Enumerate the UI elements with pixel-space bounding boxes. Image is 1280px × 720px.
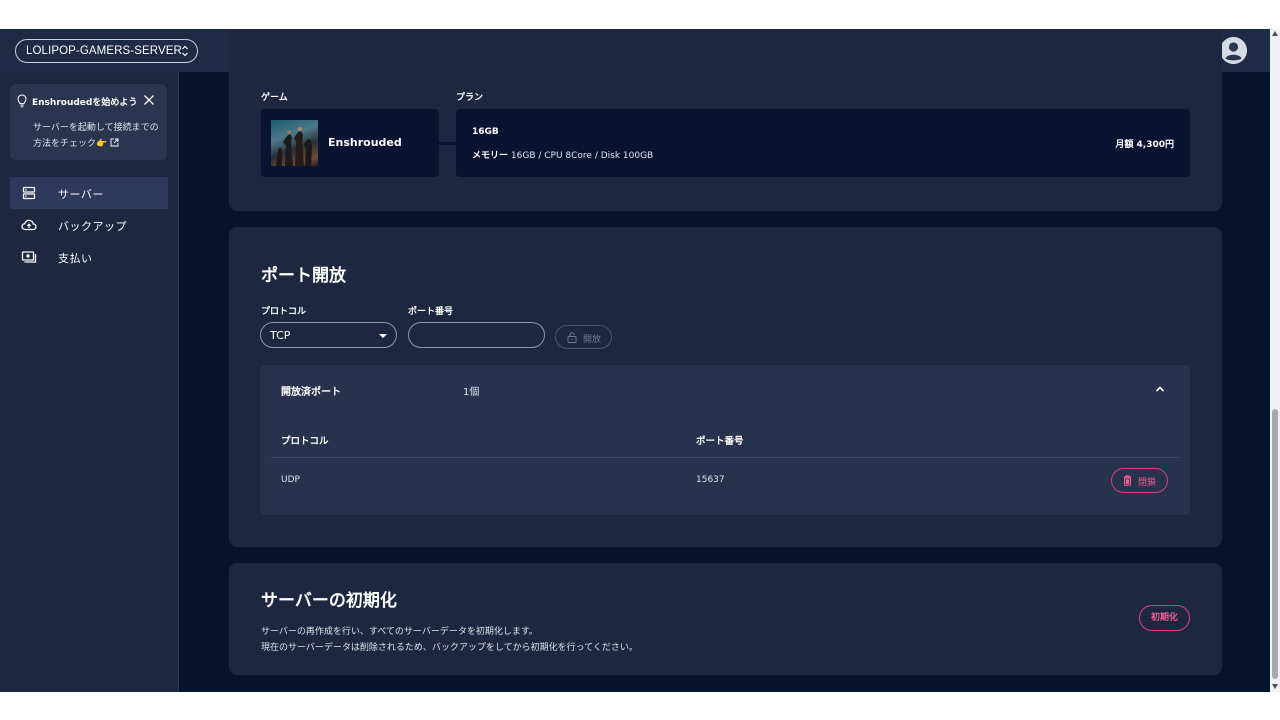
lightbulb-icon [17, 94, 27, 108]
port-label: ポート番号 [408, 307, 454, 317]
plan-spec-label: メモリー [472, 151, 509, 161]
tip-body[interactable]: サーバーを起動して接続までの方法をチェック👉 [33, 120, 163, 152]
reset-description-1: サーバーの再作成を行い、すべてのサーバーデータを初期化します。 [261, 627, 538, 637]
port-open-card: ポート開放 プロトコル ポート番号 TCP 開放 開放済ポート 1個 プロトコル… [229, 227, 1222, 547]
account-avatar[interactable] [1220, 37, 1247, 64]
app-window: LOLIPOP-GAMERS-SERVER Enshroudedを始めよう サー… [0, 29, 1270, 692]
open-port-button[interactable]: 開放 [555, 325, 612, 349]
column-header-protocol: プロトコル [281, 436, 329, 447]
server-summary-card: ゲーム プラン Enshrouded 16GB メモリー 16GB / CPU … [229, 29, 1222, 211]
game-art [276, 127, 312, 166]
server-icon [22, 186, 36, 200]
open-port-label: 開放 [583, 335, 602, 345]
external-link-icon [110, 138, 119, 147]
lock-icon [567, 332, 577, 343]
row-port: 15637 [696, 475, 725, 485]
trash-icon [1123, 475, 1132, 486]
protocol-value: TCP [270, 329, 291, 342]
scroll-down-icon[interactable] [1272, 684, 1278, 689]
cloud-upload-icon [21, 219, 37, 231]
divider [271, 457, 1179, 458]
column-header-port: ポート番号 [696, 436, 744, 447]
server-name: LOLIPOP-GAMERS-SERVER [26, 45, 182, 57]
close-port-button[interactable]: 閉鎖 [1111, 468, 1168, 493]
game-thumbnail [271, 120, 318, 166]
account-circle-icon [1220, 37, 1247, 64]
plan-size: 16GB [472, 127, 499, 137]
reset-description-2: 現在のサーバーデータは削除されるため、バックアップをしてから初期化を行ってくださ… [261, 643, 638, 653]
plan-label: プラン [456, 93, 484, 103]
plan-spec: メモリー 16GB / CPU 8Core / Disk 100GB [472, 148, 653, 161]
row-protocol: UDP [281, 475, 300, 485]
unfold-icon [182, 45, 188, 57]
opened-ports-panel: 開放済ポート 1個 プロトコル ポート番号 UDP 15637 閉鎖 [260, 365, 1190, 515]
page-scrollbar[interactable] [1270, 29, 1280, 692]
plan-price: 月額 4,300円 [1115, 140, 1174, 150]
scroll-up-icon[interactable] [1272, 31, 1278, 36]
opened-ports-count: 1個 [463, 387, 480, 398]
section-title: ポート開放 [261, 266, 346, 286]
getting-started-tip: Enshroudedを始めよう サーバーを起動して接続までの方法をチェック👉 [10, 84, 167, 160]
section-title: サーバーの初期化 [261, 591, 397, 611]
sidebar: Enshroudedを始めよう サーバーを起動して接続までの方法をチェック👉 サ… [0, 72, 179, 692]
close-port-label: 閉鎖 [1138, 478, 1157, 488]
caret-down-icon [379, 334, 387, 338]
game-label: ゲーム [261, 93, 288, 103]
game-info: Enshrouded [261, 109, 439, 177]
opened-ports-title: 開放済ポート [281, 387, 341, 398]
scroll-thumb[interactable] [1272, 409, 1278, 679]
sidebar-item-payment[interactable]: 支払い [10, 241, 168, 273]
pointing-hand-emoji: 👉 [96, 139, 108, 149]
payment-icon [21, 251, 37, 263]
game-name: Enshrouded [328, 136, 402, 149]
connector [439, 142, 456, 145]
plan-info: 16GB メモリー 16GB / CPU 8Core / Disk 100GB … [456, 109, 1190, 177]
close-icon[interactable] [143, 94, 155, 106]
tip-title: Enshroudedを始めよう [32, 98, 138, 108]
sidebar-item-label: サーバー [58, 188, 104, 201]
plan-spec-value: 16GB / CPU 8Core / Disk 100GB [510, 151, 654, 161]
port-number-input[interactable] [408, 322, 545, 348]
sidebar-item-label: バックアップ [58, 220, 127, 233]
protocol-select[interactable]: TCP [260, 322, 397, 348]
sidebar-item-backup[interactable]: バックアップ [10, 209, 168, 241]
server-selector[interactable]: LOLIPOP-GAMERS-SERVER [15, 39, 198, 63]
sidebar-item-label: 支払い [58, 252, 93, 265]
reset-button[interactable]: 初期化 [1139, 605, 1190, 631]
server-reset-card: サーバーの初期化 サーバーの再作成を行い、すべてのサーバーデータを初期化します。… [229, 563, 1222, 675]
protocol-label: プロトコル [261, 307, 307, 317]
sidebar-item-server[interactable]: サーバー [10, 177, 168, 209]
chevron-up-icon[interactable] [1153, 383, 1167, 395]
